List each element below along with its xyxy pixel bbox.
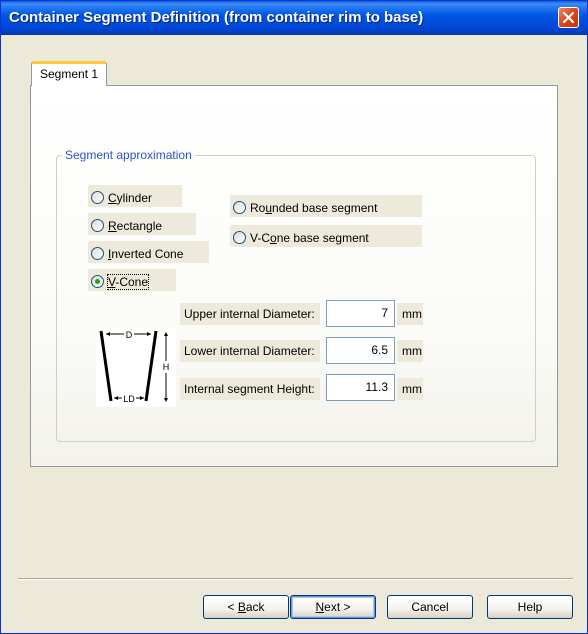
upper-diameter-unit: mm [397, 303, 423, 325]
tab-segment-1[interactable]: Segment 1 [31, 61, 107, 86]
footer-separator [18, 578, 573, 580]
segment-height-unit: mm [397, 378, 423, 400]
radio-button-icon [233, 201, 246, 214]
radio-v-cone[interactable]: V-Cone [88, 269, 176, 291]
title-bar[interactable]: Container Segment Definition (from conta… [1, 1, 587, 35]
radio-label-rectangle: Rectangle [108, 218, 163, 233]
radio-inverted-cone[interactable]: Inverted Cone [88, 241, 209, 263]
close-button[interactable] [558, 7, 579, 28]
segment-height-label: Internal segment Height: [180, 378, 320, 400]
upper-diameter-input[interactable]: 7 [326, 300, 395, 327]
radio-label-inverted-cone: Inverted Cone [108, 246, 184, 261]
help-button[interactable]: Help [487, 595, 573, 619]
diagram-d-label: D [126, 330, 133, 340]
radio-rectangle[interactable]: Rectangle [88, 213, 196, 235]
back-button[interactable]: < Back [203, 595, 289, 619]
radio-cylinder[interactable]: Cylinder [88, 185, 182, 207]
radio-rounded-base-segment[interactable]: Rounded base segment [230, 195, 422, 217]
close-icon [562, 11, 575, 24]
radio-button-icon [91, 191, 104, 204]
radio-label-cylinder: Cylinder [108, 190, 153, 205]
next-button[interactable]: Next > [290, 595, 376, 619]
lower-diameter-unit: mm [397, 340, 423, 362]
radio-button-icon [91, 219, 104, 232]
v-cone-shape-icon: D H LD [99, 330, 170, 404]
lower-diameter-label: Lower internal Diameter: [180, 340, 320, 362]
window-title: Container Segment Definition (from conta… [9, 9, 424, 26]
radio-label-v-cone: V-Cone [106, 273, 150, 290]
lower-diameter-input[interactable]: 6.5 [326, 337, 395, 364]
diagram-h-label: H [163, 362, 170, 372]
segment-height-input[interactable]: 11.3 [326, 374, 395, 401]
radio-button-icon [233, 231, 246, 244]
group-label: Segment approximation [62, 148, 195, 162]
cancel-button[interactable]: Cancel [387, 595, 473, 619]
radio-button-icon [91, 247, 104, 260]
radio-label-v-cone-base: V-Cone base segment [250, 230, 369, 245]
radio-label-rounded-base: Rounded base segment [250, 200, 378, 215]
radio-button-selected-icon [91, 275, 104, 288]
diagram-ld-label: LD [123, 394, 135, 404]
v-cone-diagram: D H LD [96, 328, 176, 407]
dialog-window: Container Segment Definition (from conta… [0, 0, 588, 634]
upper-diameter-label: Upper internal Diameter: [180, 303, 320, 325]
radio-v-cone-base-segment[interactable]: V-Cone base segment [230, 225, 422, 247]
